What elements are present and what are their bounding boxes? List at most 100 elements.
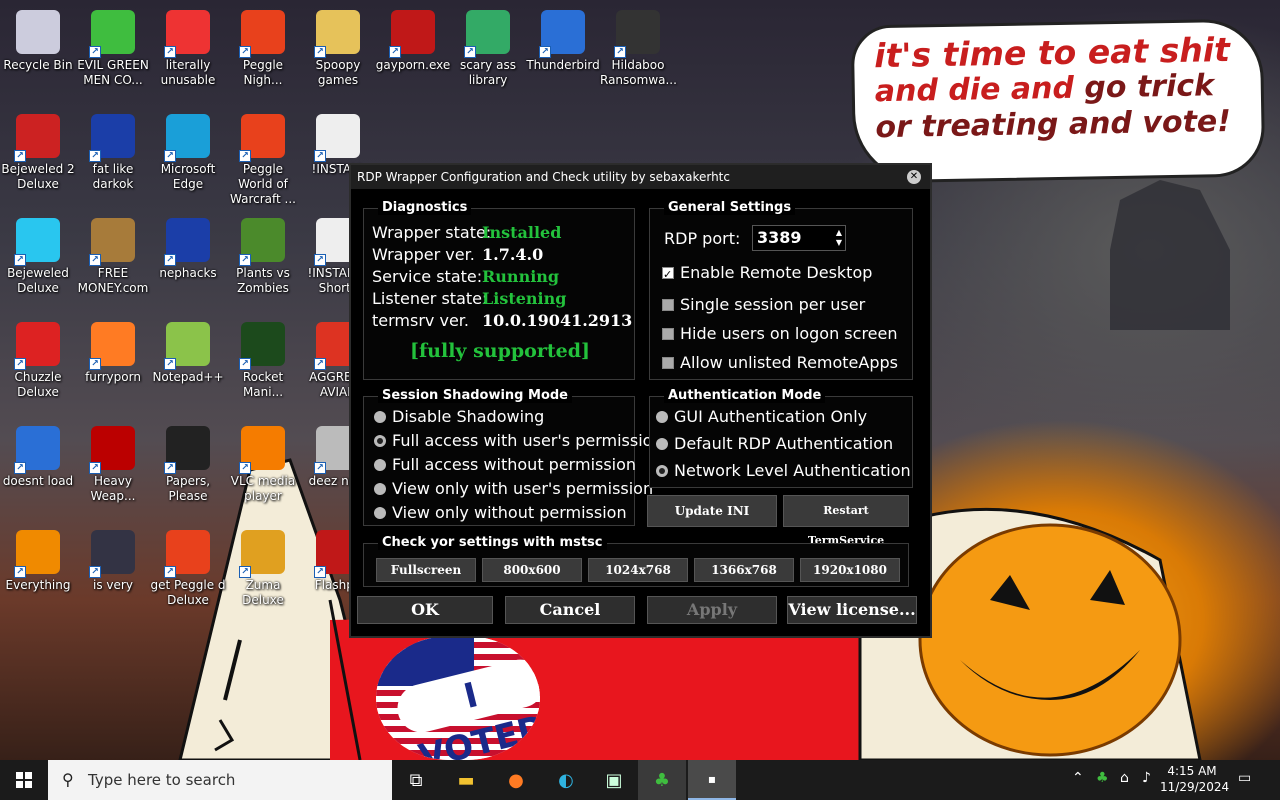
- desktop-icon[interactable]: ↗ Zuma Deluxe: [225, 524, 301, 608]
- taskbar: ⚲ Type here to search ⧉ ▬ ● ◐ ▣ ♣ ▪ ⌃ ♣ ⌂…: [0, 760, 1280, 800]
- restart-termservice-button[interactable]: Restart TermService: [783, 495, 909, 547]
- file-explorer-icon[interactable]: ▬: [442, 760, 490, 800]
- edge-icon[interactable]: ◐: [542, 760, 590, 800]
- desktop-icon[interactable]: ↗ Hildaboo Ransomwa...: [600, 4, 677, 88]
- cancel-button[interactable]: Cancel: [505, 596, 635, 624]
- spinner-icon[interactable]: ▲ ▼: [836, 228, 842, 248]
- desktop-icon[interactable]: ↗ fat like darkok: [75, 108, 151, 192]
- authentication-mode-title: Authentication Mode: [664, 388, 826, 403]
- desktop-icon[interactable]: Recycle Bin: [0, 4, 76, 73]
- desktop-icon-label: EVIL GREEN MEN CO...: [77, 58, 149, 87]
- desktop-icon[interactable]: ↗ furryporn: [75, 316, 151, 385]
- rdp-wrapper-dialog: RDP Wrapper Configuration and Check util…: [349, 163, 932, 638]
- shortcut-arrow-icon: ↗: [89, 150, 101, 162]
- diamond-icon: ↗: [14, 218, 60, 266]
- task-view-icon[interactable]: ⧉: [392, 760, 440, 800]
- checkbox-checked-icon: [662, 265, 674, 285]
- auth-option-gui[interactable]: GUI Authentication Only: [656, 407, 867, 427]
- checkbox-icon: [662, 299, 674, 311]
- desktop-icon[interactable]: ↗ literally unusable: [150, 4, 226, 88]
- checkbox-icon: [662, 357, 674, 369]
- chevron-up-icon[interactable]: ⌃: [1072, 770, 1084, 786]
- radio-selected-icon: [374, 435, 386, 447]
- ok-button[interactable]: OK: [357, 596, 493, 624]
- desktop-icon[interactable]: ↗ scary ass library: [450, 4, 526, 88]
- view-license-button[interactable]: View license...: [787, 596, 917, 624]
- shortcut-arrow-icon: ↗: [239, 150, 251, 162]
- shortcut-arrow-icon: ↗: [164, 358, 176, 370]
- close-icon[interactable]: ✕: [907, 170, 921, 184]
- desktop-icon-label: Heavy Weap...: [90, 474, 136, 503]
- desktop-icon-label: is very: [93, 578, 133, 592]
- desktop-icon[interactable]: ↗ is very: [75, 524, 151, 593]
- auth-option-nla[interactable]: Network Level Authentication: [656, 461, 911, 481]
- desktop-icon[interactable]: ↗ Microsoft Edge: [150, 108, 226, 192]
- desktop-icon[interactable]: ↗ Peggle World of Warcraft ...: [225, 108, 301, 207]
- shadow-option-full-with-permission[interactable]: Full access with user's permission: [374, 431, 663, 451]
- desktop-icon-label: Thunderbird: [526, 58, 600, 72]
- desktop-icon[interactable]: ↗ Papers, Please: [150, 420, 226, 504]
- firefox-icon[interactable]: ●: [492, 760, 540, 800]
- rdp-config-taskbar-icon[interactable]: ▪: [688, 760, 736, 800]
- shadow-option-view-with-permission[interactable]: View only with user's permission: [374, 479, 653, 499]
- recycle-bin-icon: [16, 10, 60, 54]
- clock[interactable]: 4:15 AM 11/29/2024: [1160, 763, 1229, 795]
- desktop-icon[interactable]: ↗ VLC media player: [225, 420, 301, 504]
- shortcut-arrow-icon: ↗: [314, 150, 326, 162]
- network-icon[interactable]: ⌂: [1120, 770, 1129, 786]
- single-session-checkbox[interactable]: Single session per user: [662, 295, 865, 315]
- thunderbird-icon: ↗: [539, 10, 585, 58]
- update-ini-button[interactable]: Update INI: [647, 495, 777, 527]
- shadow-option-disable[interactable]: Disable Shadowing: [374, 407, 544, 427]
- res-1920x1080-button[interactable]: 1920x1080: [800, 558, 900, 582]
- desktop-icon[interactable]: ↗ Plants vs Zombies: [225, 212, 301, 296]
- shortcut-arrow-icon: ↗: [314, 566, 326, 578]
- flash-icon: ↗: [389, 10, 435, 58]
- apply-button[interactable]: Apply: [647, 596, 777, 624]
- speech-bubble: it's time to eat shit and die and go tri…: [850, 18, 1266, 184]
- termsrv-ver-value: 10.0.19041.2913: [482, 311, 633, 330]
- auth-option-default[interactable]: Default RDP Authentication: [656, 434, 893, 454]
- desktop-icon[interactable]: ↗ Thunderbird: [525, 4, 601, 73]
- desktop-icon-label: Plants vs Zombies: [236, 266, 290, 295]
- desktop-icon[interactable]: ↗ Chuzzle Deluxe: [0, 316, 76, 400]
- desktop-icon[interactable]: ↗ nephacks: [150, 212, 226, 281]
- app-window-icon[interactable]: ▣: [590, 760, 638, 800]
- volume-icon[interactable]: ♪: [1142, 770, 1151, 786]
- shortcut-arrow-icon: ↗: [239, 462, 251, 474]
- peggle-icon: ↗: [164, 530, 210, 578]
- desktop-icon[interactable]: ↗ Bejeweled 2 Deluxe: [0, 108, 76, 192]
- shadow-option-view-without-permission[interactable]: View only without permission: [374, 503, 627, 523]
- search-box[interactable]: ⚲ Type here to search: [48, 760, 392, 800]
- desktop-icon[interactable]: ↗ Peggle Nigh...: [225, 4, 301, 88]
- desktop-icon[interactable]: ↗ Spoopy games: [300, 4, 376, 88]
- desktop-icon[interactable]: ↗ Everything: [0, 524, 76, 593]
- allow-remoteapps-checkbox[interactable]: Allow unlisted RemoteApps: [662, 353, 898, 373]
- shadow-option-full-without-permission[interactable]: Full access without permission: [374, 455, 636, 475]
- hide-users-checkbox[interactable]: Hide users on logon screen: [662, 324, 898, 344]
- desktop-icon[interactable]: ↗ gayporn.exe: [375, 4, 451, 73]
- shortcut-arrow-icon: ↗: [89, 566, 101, 578]
- people-icon[interactable]: ♣: [1096, 770, 1109, 786]
- desktop-icon[interactable]: ↗ doesnt load: [0, 420, 76, 489]
- desktop-icon[interactable]: ↗ get Peggle d Deluxe: [150, 524, 226, 608]
- peggle-icon: ↗: [239, 10, 285, 58]
- desktop-icon-label: doesnt load: [2, 474, 74, 488]
- res-800x600-button[interactable]: 800x600: [482, 558, 582, 582]
- enable-remote-desktop-checkbox[interactable]: Enable Remote Desktop: [662, 263, 872, 285]
- shortcut-arrow-icon: ↗: [89, 46, 101, 58]
- fullscreen-button[interactable]: Fullscreen: [376, 558, 476, 582]
- dialog-titlebar[interactable]: RDP Wrapper Configuration and Check util…: [351, 165, 930, 189]
- desktop-icon[interactable]: ↗ FREE MONEY.com: [75, 212, 151, 296]
- desktop-icon[interactable]: ↗ Rocket Mani...: [225, 316, 301, 400]
- start-button[interactable]: [0, 760, 48, 800]
- notifications-icon[interactable]: ▭: [1238, 770, 1251, 786]
- green-men-taskbar-icon[interactable]: ♣: [638, 760, 686, 800]
- desktop-icon[interactable]: ↗ EVIL GREEN MEN CO...: [75, 4, 151, 88]
- rdp-port-input[interactable]: 3389 ▲ ▼: [752, 225, 846, 251]
- res-1366x768-button[interactable]: 1366x768: [694, 558, 794, 582]
- desktop-icon[interactable]: ↗ Heavy Weap...: [75, 420, 151, 504]
- res-1024x768-button[interactable]: 1024x768: [588, 558, 688, 582]
- desktop-icon[interactable]: ↗ Bejeweled Deluxe: [0, 212, 76, 296]
- desktop-icon[interactable]: ↗ Notepad++: [150, 316, 226, 385]
